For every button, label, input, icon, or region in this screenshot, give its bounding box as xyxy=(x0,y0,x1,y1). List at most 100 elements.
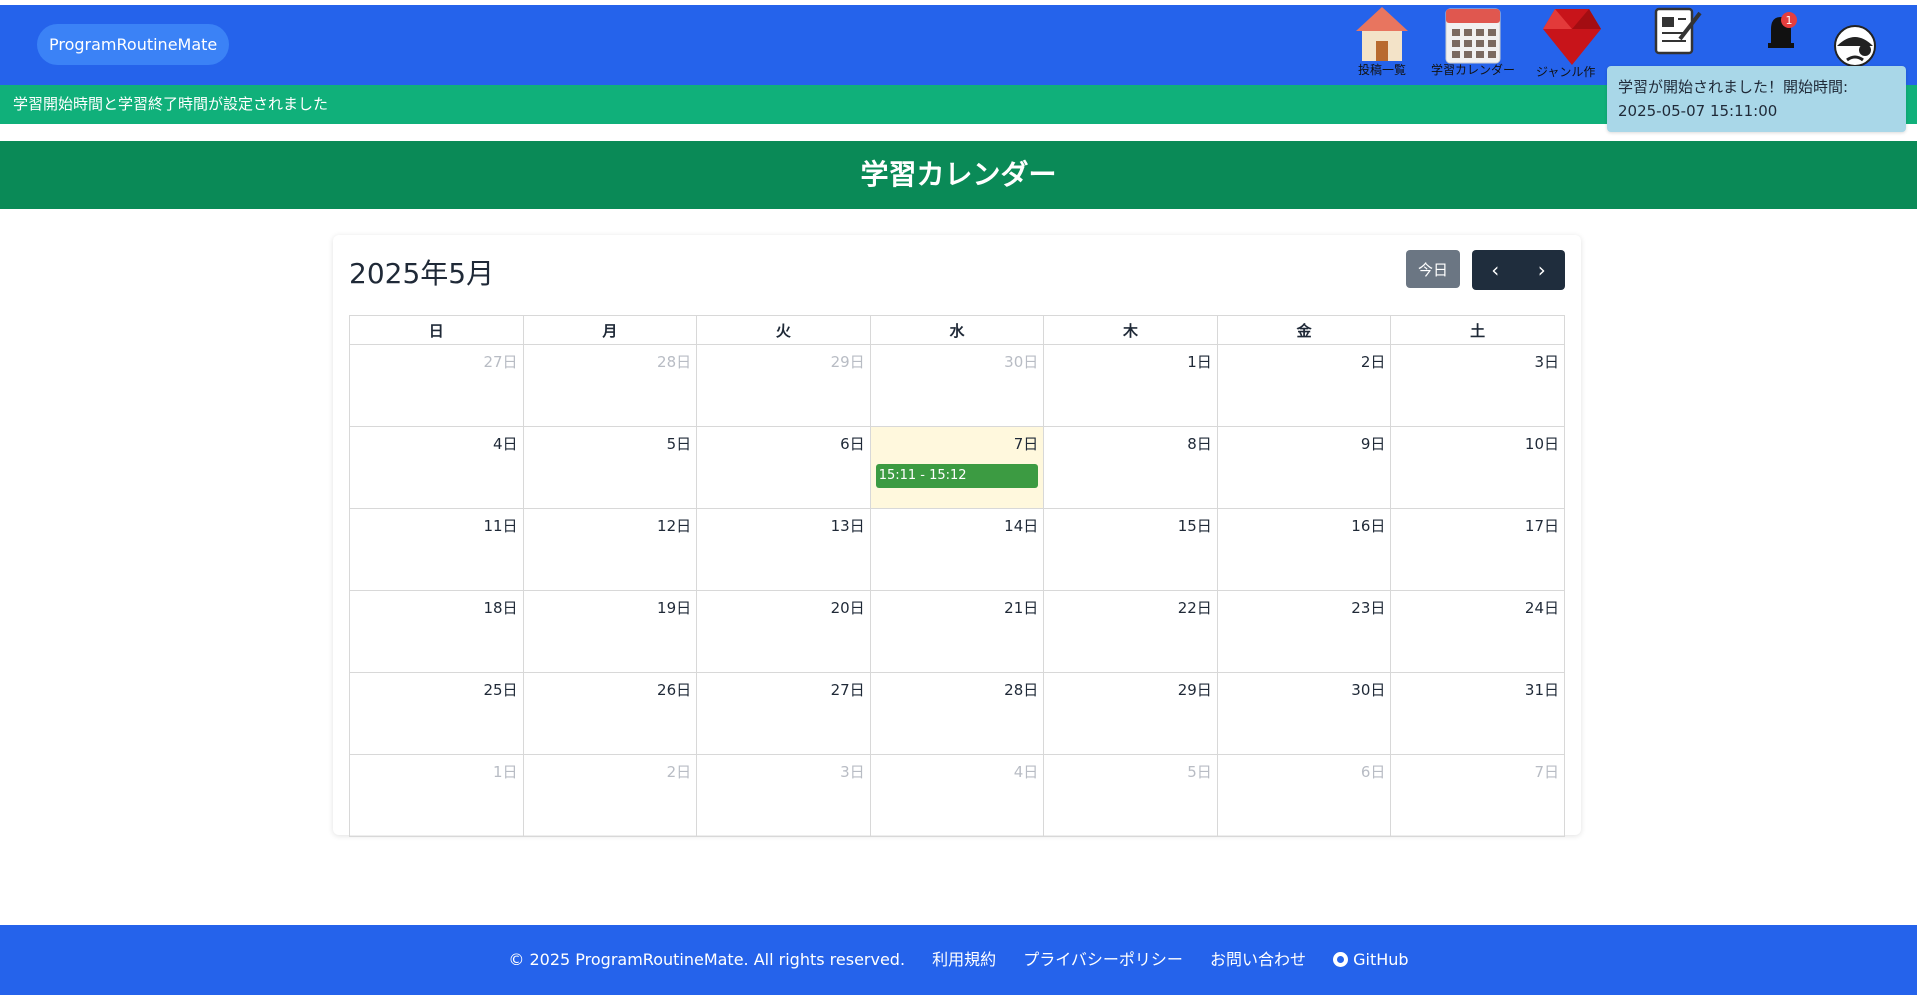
calendar-day-cell[interactable]: 28日 xyxy=(869,672,1045,755)
day-number: 23日 xyxy=(1351,599,1386,617)
nav-user-menu[interactable] xyxy=(1832,24,1878,68)
footer-github-link[interactable]: GitHub xyxy=(1333,950,1409,969)
footer-contact-link[interactable]: お問い合わせ xyxy=(1210,950,1306,969)
day-number: 13日 xyxy=(830,517,865,535)
calendar-day-cell[interactable]: 26日 xyxy=(522,672,698,755)
calendar-day-cell[interactable]: 5日 xyxy=(1043,754,1218,837)
day-number: 30日 xyxy=(1004,353,1039,371)
calendar-day-cell[interactable]: 15日 xyxy=(1043,508,1218,591)
calendar-day-cell[interactable]: 29日 xyxy=(696,344,871,427)
day-number: 9日 xyxy=(1360,435,1386,453)
prev-month-button[interactable]: ‹ xyxy=(1472,250,1519,290)
calendar-day-cell[interactable]: 31日 xyxy=(1390,672,1565,755)
nav-genre[interactable]: ジャンル作 xyxy=(1536,5,1608,80)
day-number: 28日 xyxy=(1004,681,1039,699)
nav-notifications[interactable]: 1 xyxy=(1760,11,1800,53)
day-number: 6日 xyxy=(1360,763,1386,781)
day-number: 11日 xyxy=(483,517,518,535)
day-number: 27日 xyxy=(830,681,865,699)
bell-icon: 1 xyxy=(1768,12,1797,48)
day-number: 16日 xyxy=(1351,517,1386,535)
calendar-day-cell[interactable]: 3日 xyxy=(696,754,871,837)
calendar-day-cell[interactable]: 21日 xyxy=(869,590,1045,673)
toast-line-1: 学習が開始されました！開始時間: xyxy=(1618,78,1849,96)
next-month-button[interactable]: › xyxy=(1519,250,1566,290)
calendar-day-cell[interactable]: 17日 xyxy=(1390,508,1565,591)
footer: © 2025 ProgramRoutineMate. All rights re… xyxy=(0,925,1917,995)
nav-study-calendar-label: 学習カレンダー xyxy=(1430,63,1515,77)
ruby-gem-icon xyxy=(1543,9,1601,65)
page-title-band: 学習カレンダー xyxy=(0,141,1917,209)
day-number: 27日 xyxy=(483,353,518,371)
day-number: 29日 xyxy=(1177,681,1212,699)
calendar-day-cell[interactable]: 28日 xyxy=(522,344,698,427)
today-button[interactable]: 今日 xyxy=(1406,250,1460,288)
notepad-icon xyxy=(1654,7,1702,55)
calendar-day-cell[interactable]: 8日 xyxy=(1043,426,1218,509)
day-number: 2日 xyxy=(1360,353,1386,371)
calendar-day-cell[interactable]: 7日 15:11 - 15:12 xyxy=(869,426,1045,509)
calendar-day-cell[interactable]: 19日 xyxy=(522,590,698,673)
weekday-header: 水 xyxy=(869,315,1045,345)
nav-posts[interactable]: 投稿一覧 xyxy=(1352,5,1412,78)
weekday-header: 土 xyxy=(1390,315,1565,345)
calendar-day-cell[interactable]: 7日 xyxy=(1390,754,1565,837)
brand-logo-link[interactable]: ProgramRoutineMate xyxy=(37,24,230,65)
day-number: 28日 xyxy=(657,353,692,371)
day-number: 4日 xyxy=(1013,763,1039,781)
calendar-day-cell[interactable]: 27日 xyxy=(696,672,871,755)
calendar-day-cell[interactable]: 20日 xyxy=(696,590,871,673)
calendar-week-row: 1日 2日 3日 4日 5日 6日 7日 xyxy=(349,754,1565,837)
house-icon xyxy=(1356,7,1408,61)
weekday-header: 月 xyxy=(522,315,698,345)
calendar-day-cell[interactable]: 11日 xyxy=(349,508,524,591)
calendar-day-cell[interactable]: 4日 xyxy=(869,754,1045,837)
weekday-header-row: 日月火水木金土 xyxy=(349,315,1565,345)
nav-study-calendar[interactable]: 学習カレンダー xyxy=(1425,5,1521,78)
calendar-day-cell[interactable]: 4日 xyxy=(349,426,524,509)
calendar-day-cell[interactable]: 2日 xyxy=(522,754,698,837)
nav-post-new[interactable] xyxy=(1653,5,1705,57)
footer-github-label: GitHub xyxy=(1353,950,1409,969)
page-title: 学習カレンダー xyxy=(860,158,1057,191)
calendar-day-cell[interactable]: 30日 xyxy=(869,344,1045,427)
calendar-day-cell[interactable]: 13日 xyxy=(696,508,871,591)
day-number: 1日 xyxy=(493,763,518,781)
day-number: 2日 xyxy=(666,763,692,781)
calendar-icon xyxy=(1445,8,1501,64)
day-number: 1日 xyxy=(1187,353,1212,371)
calendar-day-cell[interactable]: 5日 xyxy=(522,426,698,509)
calendar-day-cell[interactable]: 10日 xyxy=(1390,426,1565,509)
calendar-day-cell[interactable]: 25日 xyxy=(349,672,524,755)
flash-message-text: 学習開始時間と学習終了時間が設定されました xyxy=(13,95,329,113)
calendar-week-row: 25日 26日 27日 28日 29日 30日 31日 xyxy=(349,672,1565,755)
calendar-day-cell[interactable]: 6日 xyxy=(1216,754,1392,837)
calendar-day-cell[interactable]: 30日 xyxy=(1216,672,1392,755)
calendar-day-cell[interactable]: 12日 xyxy=(522,508,698,591)
day-number: 20日 xyxy=(830,599,865,617)
calendar-day-cell[interactable]: 3日 xyxy=(1390,344,1565,427)
footer-terms-link[interactable]: 利用規約 xyxy=(932,950,996,969)
calendar-day-cell[interactable]: 2日 xyxy=(1216,344,1392,427)
footer-copyright: © 2025 ProgramRoutineMate. All rights re… xyxy=(508,950,906,969)
weekday-header: 日 xyxy=(349,315,524,345)
calendar-day-cell[interactable]: 14日 xyxy=(869,508,1045,591)
day-number: 5日 xyxy=(1187,763,1212,781)
calendar-day-cell[interactable]: 24日 xyxy=(1390,590,1565,673)
calendar-grid: 日月火水木金土 27日 28日 29日 30日 1日 2日 3日 4日 5日 6日 7日 15:11 … xyxy=(349,315,1565,837)
footer-privacy-link[interactable]: プライバシーポリシー xyxy=(1023,950,1183,969)
calendar-day-cell[interactable]: 22日 xyxy=(1043,590,1218,673)
toast-notification[interactable]: 学習が開始されました！開始時間: 2025-05-07 15:11:00 xyxy=(1607,66,1906,132)
calendar-day-cell[interactable]: 16日 xyxy=(1216,508,1392,591)
calendar-day-cell[interactable]: 1日 xyxy=(1043,344,1218,427)
calendar-day-cell[interactable]: 1日 xyxy=(349,754,524,837)
calendar-day-cell[interactable]: 6日 xyxy=(696,426,871,509)
calendar-week-row: 18日 19日 20日 21日 22日 23日 24日 xyxy=(349,590,1565,673)
study-session-event[interactable]: 15:11 - 15:12 xyxy=(875,464,1039,488)
calendar-day-cell[interactable]: 9日 xyxy=(1216,426,1392,509)
calendar-day-cell[interactable]: 29日 xyxy=(1043,672,1218,755)
calendar-day-cell[interactable]: 27日 xyxy=(349,344,524,427)
calendar-day-cell[interactable]: 23日 xyxy=(1216,590,1392,673)
calendar-day-cell[interactable]: 18日 xyxy=(349,590,524,673)
day-number: 24日 xyxy=(1524,599,1559,617)
